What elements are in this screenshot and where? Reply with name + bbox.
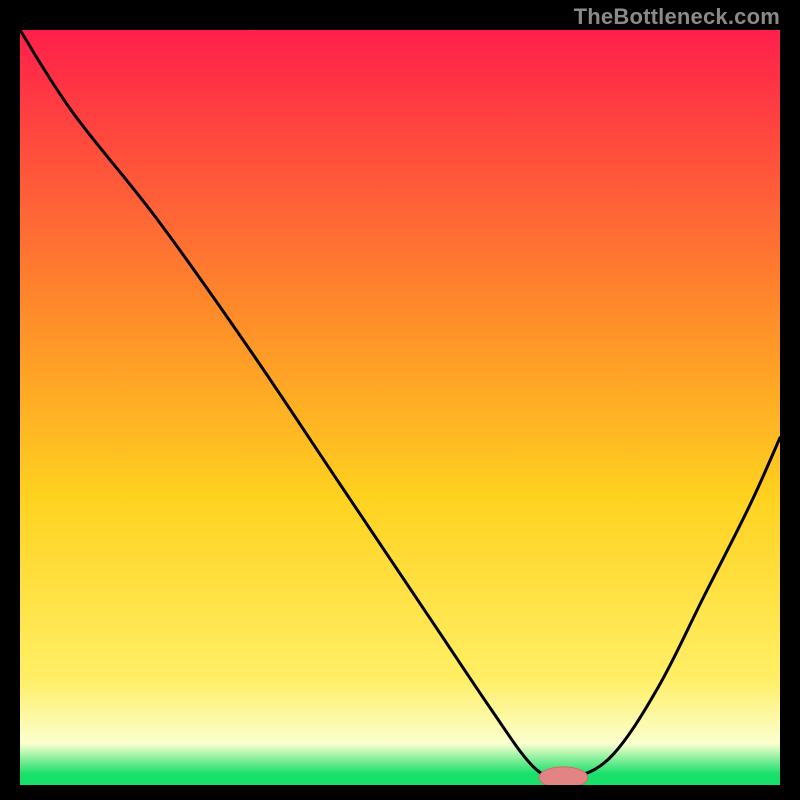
optimum-marker xyxy=(539,767,588,785)
figure-frame: TheBottleneck.com xyxy=(0,0,800,800)
chart-plot-area xyxy=(20,30,780,785)
bottleneck-chart xyxy=(20,30,780,785)
watermark-text: TheBottleneck.com xyxy=(574,4,780,30)
